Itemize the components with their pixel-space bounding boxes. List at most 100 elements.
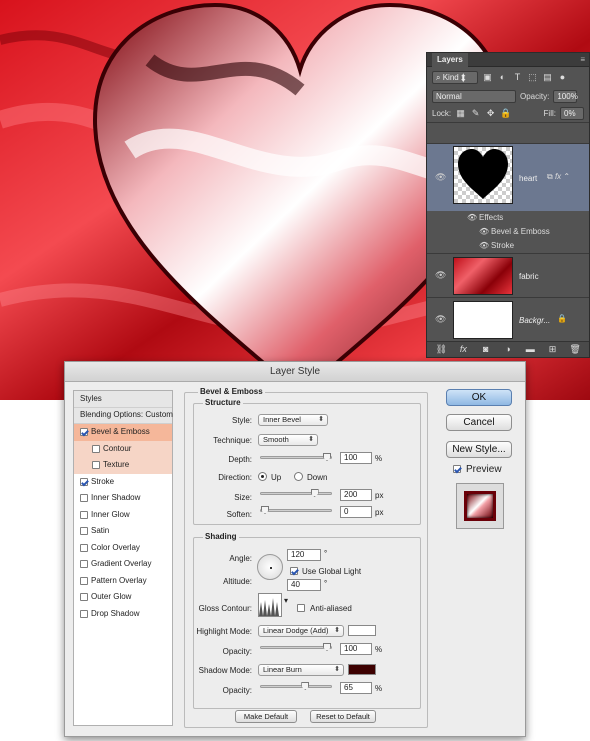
highlight-color-swatch[interactable] [348,625,376,636]
gloss-contour-preview[interactable] [258,593,282,617]
style-drop-shadow[interactable]: Drop Shadow [74,606,172,623]
visibility-eye-icon[interactable]: 👁 [435,314,446,325]
style-outer-glow[interactable]: Outer Glow [74,589,172,606]
layer-heart[interactable]: 👁 heart ⧉ fx ⌃ [427,143,589,211]
new-layer-icon[interactable]: ⊞ [547,344,558,355]
ok-button[interactable]: OK [446,389,512,406]
pixel-filter-icon[interactable]: ▣ [482,72,493,83]
layers-tab[interactable]: Layers [432,52,468,67]
angle-dial[interactable] [257,554,283,580]
anti-aliased-checkbox[interactable] [297,604,305,612]
blend-mode-select[interactable]: Normal [432,89,516,103]
gloss-contour-dropdown-icon[interactable]: ▾ [284,596,288,605]
layer-fabric[interactable]: 👁 fabric [427,253,589,297]
style-inner-glow[interactable]: Inner Glow [74,507,172,524]
angle-input[interactable]: 120 [287,549,321,561]
technique-select[interactable]: Smooth [258,434,318,446]
shape-filter-icon[interactable]: ⬚ [527,72,538,83]
lock-all-icon[interactable]: 🔒 [500,108,511,119]
checkbox-icon[interactable] [80,428,88,437]
style-gradient-overlay[interactable]: Gradient Overlay [74,556,172,573]
styles-header[interactable]: Styles [74,391,172,408]
panel-menu-icon[interactable]: ≡ [580,55,585,64]
style-texture[interactable]: Texture [74,457,172,474]
style-contour[interactable]: Contour [74,440,172,457]
highlight-opacity-unit: % [375,645,383,654]
angle-dial-center-icon [270,567,272,569]
adjustment-filter-icon[interactable]: ◐ [497,72,508,83]
checkbox-icon[interactable] [92,444,100,453]
checkbox-icon[interactable] [80,477,88,486]
new-group-icon[interactable]: ▬ [525,344,536,355]
global-light-label: Use Global Light [302,567,362,576]
make-default-button[interactable]: Make Default [235,710,297,723]
shadow-opacity-input[interactable]: 65 [340,682,372,694]
highlight-opacity-slider[interactable] [260,643,332,651]
effect-bevel-emboss[interactable]: Bevel & Emboss [491,227,550,236]
filter-kind-select[interactable]: ⌕ Kind ⬍ [432,70,478,84]
style-preview-thumbnail [456,483,504,529]
effects-eye-icon[interactable]: 👁 [467,213,477,222]
type-filter-icon[interactable]: T [512,72,523,83]
highlight-opacity-input[interactable]: 100 [340,643,372,655]
style-satin[interactable]: Satin [74,523,172,540]
shadow-opacity-slider[interactable] [260,682,332,690]
effect-eye-icon[interactable]: 👁 [479,227,489,236]
link-layers-icon[interactable]: ⛓ [436,344,447,355]
blending-options[interactable]: Blending Options: Custom [74,407,173,424]
shading-title: Shading [203,532,239,541]
preview-checkbox[interactable] [453,465,461,473]
size-slider[interactable] [260,489,332,497]
lock-transparent-icon[interactable]: ▦ [455,108,466,119]
cancel-button[interactable]: Cancel [446,414,512,431]
new-style-button[interactable]: New Style... [446,441,512,458]
shadow-mode-label: Shadow Mode: [198,666,252,675]
altitude-input[interactable]: 40 [287,579,321,591]
new-adjustment-icon[interactable]: ◑ [502,344,513,355]
global-light-checkbox[interactable] [290,567,298,575]
opacity-input[interactable]: 100% [553,89,578,103]
fill-input[interactable]: 0% [560,107,584,120]
highlight-mode-select[interactable]: Linear Dodge (Add) [258,625,344,637]
bevel-style-select[interactable]: Inner Bevel [258,414,328,426]
checkbox-icon[interactable] [80,510,88,519]
style-stroke[interactable]: Stroke [74,474,172,491]
heart-thumbnail-shape [458,149,508,199]
depth-input[interactable]: 100 [340,452,372,464]
checkbox-icon[interactable] [80,576,88,585]
shadow-color-swatch[interactable] [348,664,376,675]
direction-down-radio[interactable] [294,472,303,481]
add-mask-icon[interactable]: ◙ [480,344,491,355]
effect-eye-icon[interactable]: 👁 [479,241,489,250]
direction-up-radio[interactable] [258,472,267,481]
style-pattern-overlay[interactable]: Pattern Overlay [74,573,172,590]
size-input[interactable]: 200 [340,489,372,501]
shadow-mode-select[interactable]: Linear Burn [258,664,344,676]
depth-slider[interactable] [260,453,332,461]
checkbox-icon[interactable] [80,527,88,536]
layer-background[interactable]: 👁 Backgr... 🔒 [427,297,589,341]
checkbox-icon[interactable] [80,560,88,569]
checkbox-icon[interactable] [92,461,100,470]
soften-input[interactable]: 0 [340,506,372,518]
checkbox-icon[interactable] [80,494,88,503]
reset-to-default-button[interactable]: Reset to Default [310,710,376,723]
add-style-icon[interactable]: fx [458,344,469,355]
lock-image-icon[interactable]: ✎ [470,108,481,119]
checkbox-icon[interactable] [80,609,88,618]
smart-object-filter-icon[interactable]: ▤ [542,72,553,83]
style-color-overlay[interactable]: Color Overlay [74,540,172,557]
lock-position-icon[interactable]: ✥ [485,108,496,119]
soften-slider[interactable] [260,506,332,514]
direction-up-label: Up [271,473,282,482]
visibility-eye-icon[interactable]: 👁 [435,270,446,281]
direction-label: Direction: [218,473,252,482]
style-inner-shadow[interactable]: Inner Shadow [74,490,172,507]
style-bevel-emboss[interactable]: Bevel & Emboss [74,424,172,441]
checkbox-icon[interactable] [80,593,88,602]
visibility-eye-icon[interactable]: 👁 [435,172,446,183]
filter-toggle-icon[interactable]: ● [557,72,568,83]
checkbox-icon[interactable] [80,543,88,552]
effect-stroke[interactable]: Stroke [491,241,514,250]
delete-layer-icon[interactable]: 🗑 [569,344,580,355]
